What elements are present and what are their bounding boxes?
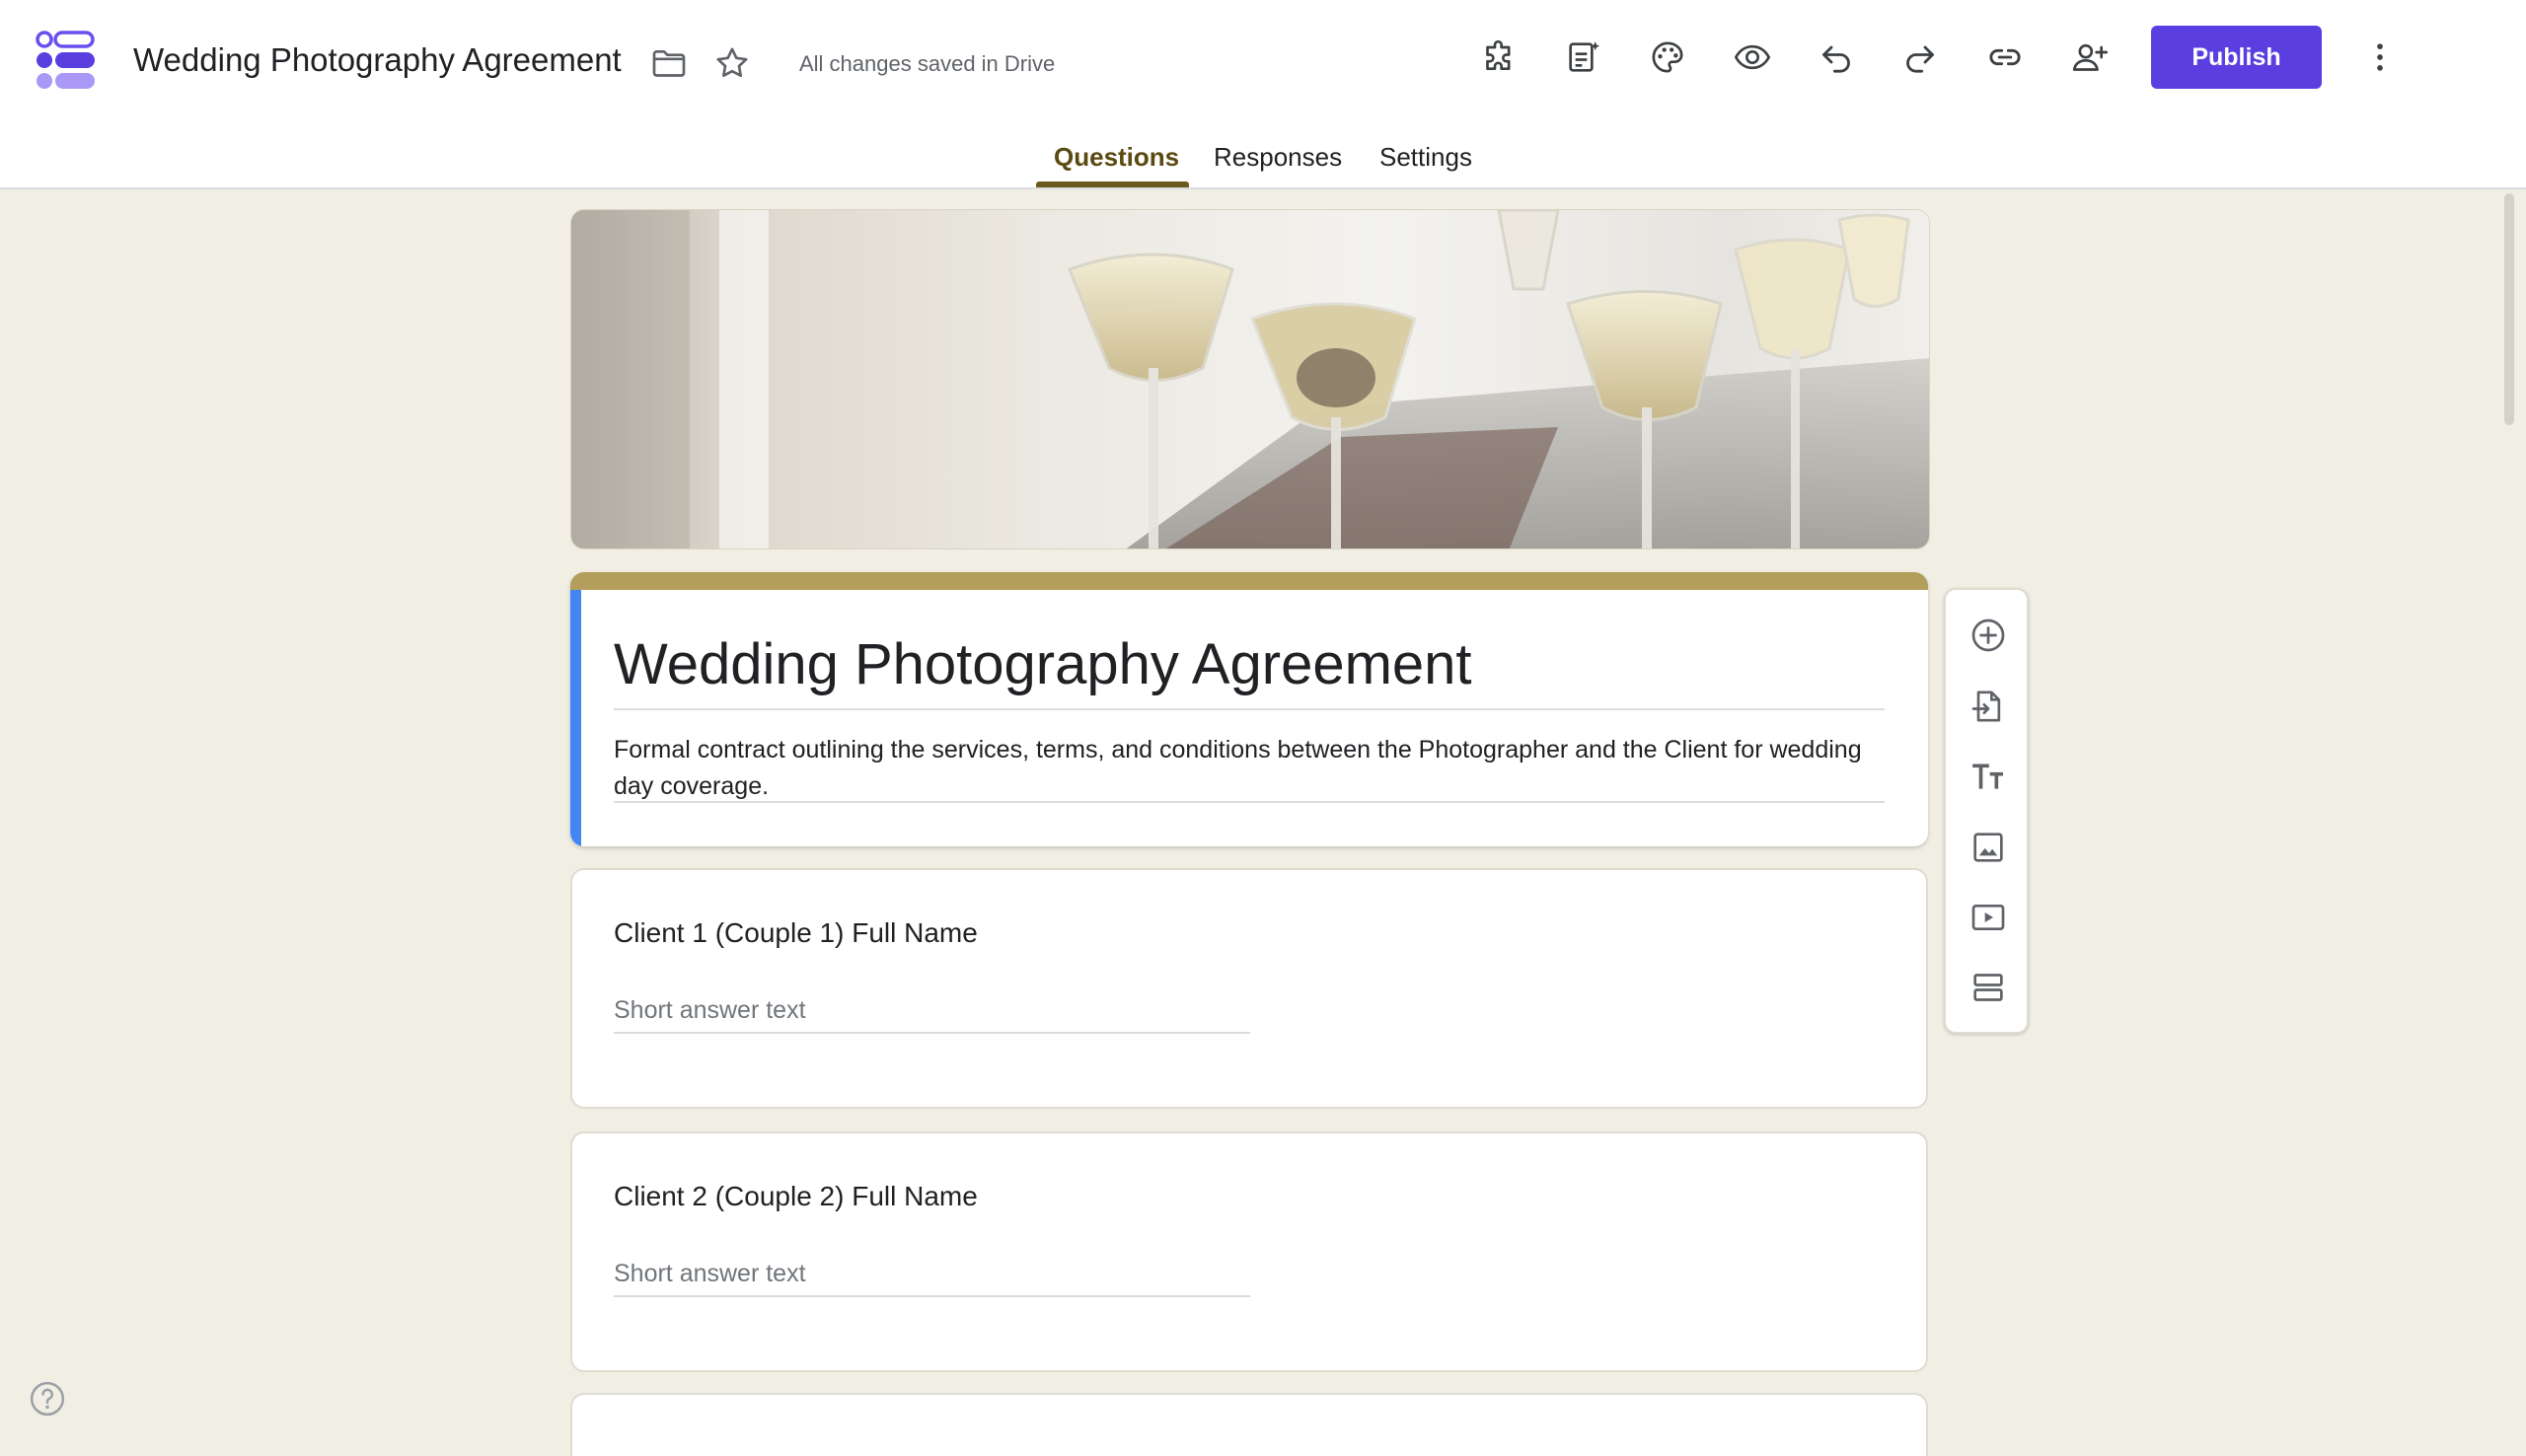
publish-button[interactable]: Publish (2151, 26, 2322, 89)
tab-responses[interactable]: Responses (1214, 142, 1342, 173)
top-bar: Wedding Photography Agreement All change… (0, 0, 2526, 126)
short-answer-field: Short answer text (614, 1250, 1250, 1297)
active-tab-indicator (1036, 182, 1189, 187)
question-title[interactable]: Client 1 (Couple 1) Full Name (614, 917, 978, 949)
help-icon[interactable] (28, 1379, 75, 1426)
theme-color-stripe (570, 572, 1928, 590)
tab-settings[interactable]: Settings (1379, 142, 1472, 173)
title-underline (614, 708, 1885, 710)
question-card[interactable]: Client 1 (Couple 1) Full Name Short answ… (570, 868, 1928, 1109)
video-icon[interactable] (1959, 888, 2018, 947)
forms-logo-icon[interactable] (36, 30, 97, 91)
image-icon[interactable] (1959, 818, 2018, 877)
forms-editor: Wedding Photography Agreement All change… (0, 0, 2526, 1456)
eye-icon[interactable] (1723, 28, 1782, 87)
tab-questions[interactable]: Questions (1054, 142, 1179, 173)
question-title[interactable]: Client 2 (Couple 2) Full Name (614, 1181, 978, 1212)
header-image[interactable] (570, 209, 1930, 549)
folder-icon[interactable] (639, 34, 699, 93)
document-title[interactable]: Wedding Photography Agreement (133, 41, 622, 79)
form-description[interactable]: Formal contract outlining the services, … (614, 732, 1885, 805)
palette-icon[interactable] (1638, 28, 1697, 87)
more-vertical-icon[interactable] (2350, 28, 2410, 87)
add-item-toolbar (1944, 588, 2029, 1034)
sparkle-document-icon[interactable] (1554, 28, 1613, 87)
import-questions-icon[interactable] (1959, 677, 2018, 736)
star-icon[interactable] (703, 34, 762, 93)
description-underline (614, 801, 1885, 803)
form-title[interactable]: Wedding Photography Agreement (614, 631, 1472, 697)
link-icon[interactable] (1975, 28, 2035, 87)
add-circle-icon[interactable] (1959, 606, 2018, 665)
save-status: All changes saved in Drive (799, 51, 1056, 76)
redo-icon[interactable] (1891, 28, 1950, 87)
title-text-icon[interactable] (1959, 748, 2018, 807)
form-title-card[interactable]: Wedding Photography Agreement Formal con… (570, 572, 1928, 846)
tab-bar: Questions Responses Settings (0, 126, 2526, 189)
selected-card-indicator (570, 590, 581, 846)
undo-icon[interactable] (1807, 28, 1866, 87)
header: Wedding Photography Agreement All change… (0, 0, 2526, 189)
question-card[interactable] (570, 1393, 1928, 1456)
scrollbar[interactable] (2504, 193, 2514, 425)
puzzle-icon[interactable] (1470, 28, 1529, 87)
short-answer-field: Short answer text (614, 986, 1250, 1034)
add-person-icon[interactable] (2060, 28, 2119, 87)
question-card[interactable]: Client 2 (Couple 2) Full Name Short answ… (570, 1131, 1928, 1372)
section-icon[interactable] (1959, 958, 2018, 1017)
